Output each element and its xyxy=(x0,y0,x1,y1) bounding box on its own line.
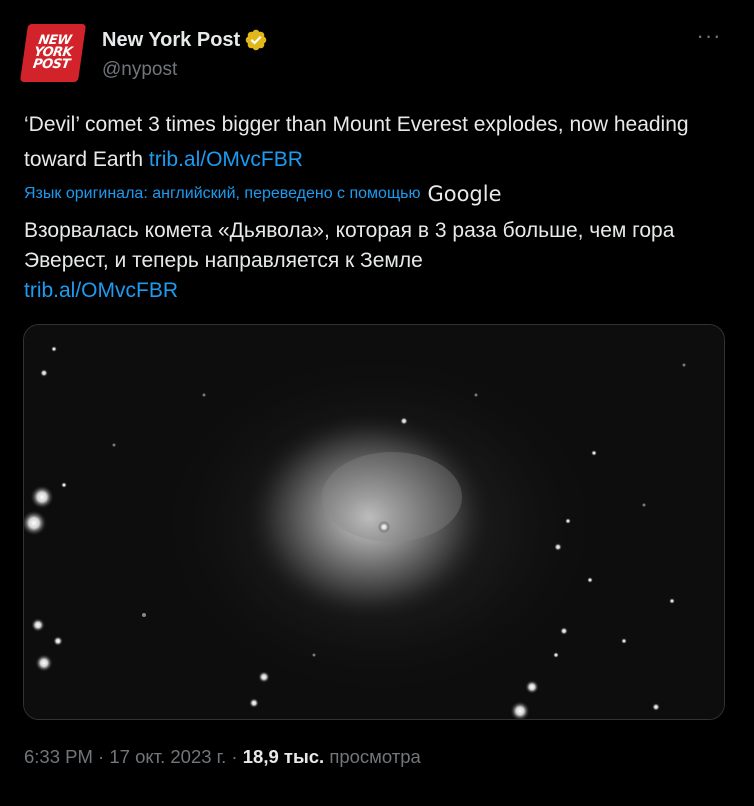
meta-separator-2: · xyxy=(226,746,243,767)
avatar[interactable]: NEW YORK POST xyxy=(19,24,87,82)
meta-separator-1: · xyxy=(92,746,110,767)
translation-note-text: Язык оригинала: английский, переведено с… xyxy=(24,185,421,202)
views-count: 18,9 тыс. xyxy=(242,746,325,767)
comet-photo xyxy=(24,325,724,719)
tweet-date[interactable]: 17 окт. 2023 г. xyxy=(109,746,226,767)
avatar-line-3: POST xyxy=(31,57,71,72)
display-name[interactable]: New York Post xyxy=(102,29,240,52)
tweet-media-image[interactable] xyxy=(23,324,725,720)
translation-note[interactable]: Язык оригинала: английский, переведено с… xyxy=(24,182,502,206)
google-logo-text: Google xyxy=(427,182,502,206)
tweet-body: ‘Devil’ comet 3 times bigger than Mount … xyxy=(24,113,689,171)
tweet-link[interactable]: trib.al/OMvcFBR xyxy=(149,148,303,171)
more-options-icon[interactable]: ··· xyxy=(694,25,724,50)
tweet-meta: 6:33 PM · 17 окт. 2023 г. · 18,9 тыс. пр… xyxy=(24,746,421,768)
translated-link[interactable]: trib.al/OMvcFBR xyxy=(24,279,178,302)
translated-text: Взорвалась комета «Дьявола», которая в 3… xyxy=(24,216,730,306)
translated-body: Взорвалась комета «Дьявола», которая в 3… xyxy=(24,219,675,272)
views-label: просмотра xyxy=(329,746,421,767)
author-name-row: New York Post xyxy=(102,28,268,52)
tweet-time[interactable]: 6:33 PM xyxy=(24,746,93,767)
verified-badge-icon[interactable] xyxy=(244,28,268,52)
tweet-text: ‘Devil’ comet 3 times bigger than Mount … xyxy=(24,107,730,177)
author-handle[interactable]: @nypost xyxy=(102,59,177,81)
